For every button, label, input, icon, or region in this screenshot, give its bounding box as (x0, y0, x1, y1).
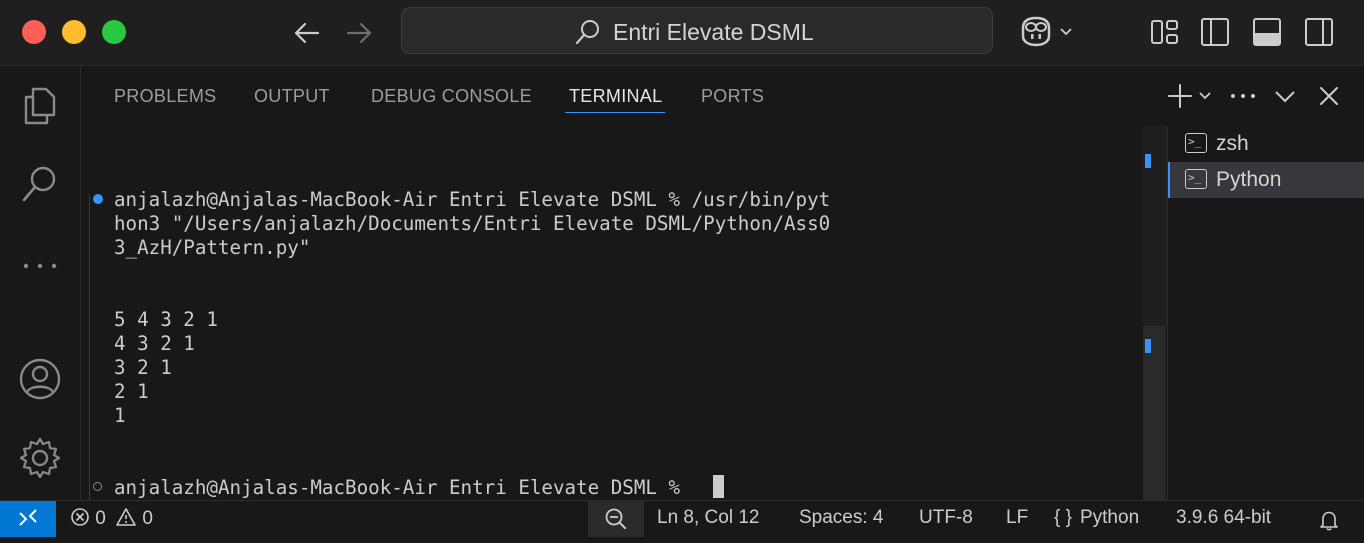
warning-count: 0 (142, 508, 153, 529)
problems-status[interactable]: 0 0 (70, 507, 153, 530)
chevron-down-icon (1060, 28, 1072, 36)
command-pending-decoration[interactable] (93, 482, 102, 491)
terminal-line: 1 (114, 404, 126, 427)
tab-debug-console[interactable]: DEBUG CONSOLE (371, 86, 532, 107)
scrollbar-marker (1145, 339, 1151, 353)
terminal-tabs-list: >_ zsh >_ Python (1167, 126, 1364, 500)
terminal-icon: >_ (1185, 169, 1207, 189)
terminal-scrollbar[interactable] (1143, 126, 1167, 500)
terminal-tab-label: Python (1216, 168, 1282, 191)
toggle-panel-icon[interactable] (1252, 16, 1282, 48)
tab-output[interactable]: OUTPUT (254, 86, 330, 107)
terminal-output[interactable]: anjalazh@Anjalas-MacBook-Air Entri Eleva… (81, 126, 1143, 534)
activity-bar (0, 66, 80, 500)
close-panel-icon[interactable] (1315, 82, 1343, 110)
command-success-decoration[interactable] (93, 194, 103, 204)
terminal-icon: >_ (1185, 133, 1207, 153)
terminal-tab-python[interactable]: >_ Python (1168, 162, 1364, 198)
zoom-out-icon (605, 508, 626, 529)
terminal-line: 5 4 3 2 1 (114, 308, 218, 331)
command-center-search[interactable]: Entri Elevate DSML (401, 7, 993, 54)
python-interpreter[interactable]: 3.9.6 64-bit (1176, 507, 1271, 529)
new-terminal-button[interactable] (1167, 82, 1217, 110)
tab-ports[interactable]: PORTS (701, 86, 764, 107)
terminal-tab-zsh[interactable]: >_ zsh (1168, 126, 1364, 162)
scrollbar-marker (1145, 154, 1151, 168)
end-of-line[interactable]: LF (1006, 507, 1028, 529)
chevron-down-icon (1199, 92, 1211, 100)
minimize-window-button[interactable] (62, 20, 86, 44)
close-window-button[interactable] (22, 20, 46, 44)
error-count: 0 (95, 508, 106, 529)
terminal-line: 3_AzH/Pattern.py" (114, 236, 311, 259)
terminal-tab-label: zsh (1216, 132, 1249, 155)
zoom-window-button[interactable] (102, 20, 126, 44)
forward-arrow-icon[interactable] (342, 16, 376, 50)
copilot-menu-button[interactable] (1018, 14, 1078, 48)
language-mode[interactable]: { } Python (1054, 507, 1139, 529)
panel: PROBLEMS OUTPUT DEBUG CONSOLE TERMINAL P… (80, 66, 1364, 534)
account-icon[interactable] (18, 357, 62, 401)
error-icon (71, 508, 89, 526)
encoding[interactable]: UTF-8 (919, 507, 973, 529)
terminal-line: 3 2 1 (114, 356, 172, 379)
search-icon[interactable] (18, 162, 62, 206)
zoom-status-button[interactable] (588, 501, 644, 537)
more-icon[interactable] (18, 244, 62, 288)
terminal-line: anjalazh@Anjalas-MacBook-Air Entri Eleva… (114, 188, 831, 211)
remote-icon (19, 509, 37, 526)
terminal-line: 4 3 2 1 (114, 332, 195, 355)
indentation[interactable]: Spaces: 4 (799, 507, 884, 529)
title-bar: Entri Elevate DSML (0, 0, 1364, 66)
remote-indicator-button[interactable] (0, 501, 56, 537)
copilot-icon (1021, 16, 1072, 47)
terminal-line: hon3 "/Users/anjalazh/Documents/Entri El… (114, 212, 831, 235)
toggle-primary-sidebar-icon[interactable] (1200, 16, 1230, 48)
back-arrow-icon[interactable] (290, 16, 324, 50)
terminal-prompt: anjalazh@Anjalas-MacBook-Air Entri Eleva… (114, 476, 692, 499)
active-tab-indicator (565, 112, 665, 113)
cursor-position[interactable]: Ln 8, Col 12 (657, 507, 759, 529)
terminal-line: 2 1 (114, 380, 149, 403)
bell-icon[interactable] (1318, 509, 1340, 531)
more-actions-icon[interactable] (1229, 82, 1257, 110)
warning-icon (116, 508, 136, 526)
tab-problems[interactable]: PROBLEMS (114, 86, 216, 107)
window-title: Entri Elevate DSML (613, 19, 814, 45)
braces-icon: { } (1054, 507, 1072, 528)
explorer-files-icon[interactable] (18, 83, 62, 127)
search-icon (575, 20, 599, 45)
toggle-secondary-sidebar-icon[interactable] (1304, 16, 1334, 48)
status-bar: 0 0 Ln 8, Col 12 Spaces: 4 UTF-8 LF { } P… (0, 500, 1364, 537)
language-label: Python (1079, 507, 1140, 528)
tab-terminal[interactable]: TERMINAL (569, 86, 662, 107)
command-gutter (89, 194, 90, 534)
maximize-panel-chevron-icon[interactable] (1271, 82, 1299, 110)
terminal-cursor (713, 475, 724, 498)
customize-layout-icon[interactable] (1150, 16, 1180, 48)
gear-icon[interactable] (18, 436, 62, 480)
